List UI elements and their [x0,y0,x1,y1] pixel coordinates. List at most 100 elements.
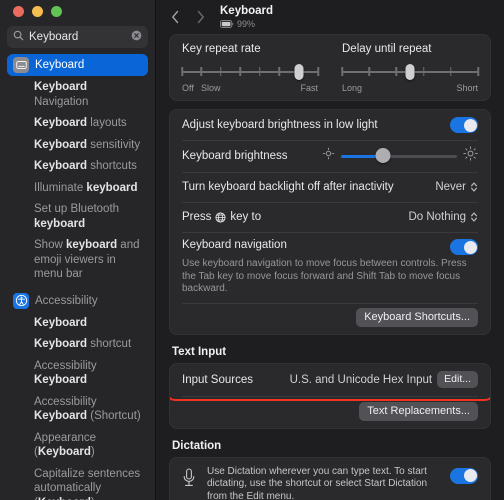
battery-percent: 99% [237,19,256,29]
sidebar-item-accessibility[interactable]: Accessibility [7,290,148,312]
sidebar-item-label: Keyboard [34,316,88,329]
battery-status: 99% [220,19,273,29]
dictation-section-title: Dictation [172,439,222,452]
dictation-texts: Use Dictation wherever you can type text… [207,466,441,500]
sidebar-item-label: Capitalize sentences automatically (Keyb… [34,467,141,500]
sidebar-item-accessibility-keyboard[interactable]: Accessibility Keyboard [7,355,148,391]
brightness-high-icon [463,146,478,166]
keyboard-brightness-slider[interactable] [341,148,457,163]
globe-icon [215,211,226,223]
sidebar-item-label: Set up Bluetooth keyboard [34,203,120,230]
delay-until-repeat-label: Delay until repeat [342,43,432,55]
keyboard-icon [13,57,29,74]
sidebar-item-keyboard-shortcut[interactable]: Keyboard shortcut [7,333,148,355]
back-button[interactable] [164,5,186,29]
sidebar-item-show-keyboard-emoji-viewers[interactable]: Show keyboard and emoji viewers in menu … [7,234,148,285]
input-sources-value: U.S. and Unicode Hex Input [289,373,433,386]
key-repeat-rate-thumb[interactable] [294,64,304,80]
chevron-right-icon [197,10,204,24]
main-panel: Keyboard 99% Key repeat rate Off Slow Fa… [156,0,504,500]
sidebar-item-keyboard-shortcuts[interactable]: Keyboard shortcuts [7,155,148,177]
repeat-settings-card: Key repeat rate Off Slow Fast Delay unti… [169,34,491,101]
delay-until-repeat-slider[interactable] [341,64,479,80]
sidebar-item-label: Keyboard [35,59,85,72]
clear-icon[interactable] [131,28,142,46]
sidebar-item-illuminate-keyboard[interactable]: Illuminate keyboard [7,177,148,199]
key-repeat-rate-label: Key repeat rate [182,43,261,55]
toolbar: Keyboard 99% [156,0,504,34]
backlight-off-value: Never [435,181,466,193]
forward-button[interactable] [189,5,211,29]
key-repeat-rate-group: Key repeat rate Off Slow Fast [170,43,330,94]
text-replacements-button[interactable]: Text Replacements... [359,401,478,421]
keyboard-brightness-row: Keyboard brightness [170,140,490,172]
input-sources-row: Input Sources U.S. and Unicode Hex Input… [170,364,490,396]
backlight-off-label: Turn keyboard backlight off after inacti… [182,181,394,193]
input-sources-highlight-wrap: Input Sources U.S. and Unicode Hex Input… [170,363,490,401]
sidebar-item-label: Appearance (Keyboard) [34,431,97,459]
sidebar-item-label: Show keyboard and emoji viewers in menu … [34,239,140,281]
input-sources-label: Input Sources [182,373,253,386]
sidebar-item-keyboard-navigation[interactable]: Keyboard Navigation [7,76,148,112]
keyboard-brightness-label: Keyboard brightness [182,150,288,162]
sidebar-item-keyboard-layouts[interactable]: Keyboard layouts [7,112,148,134]
sidebar-nav-list: Keyboard Keyboard Navigation Keyboard la… [0,54,155,500]
globe-key-popup[interactable]: Do Nothing [408,211,478,223]
sidebar-item-label: Keyboard shortcut [34,338,132,351]
brightness-low-icon [322,147,335,165]
sidebar-item-keyboard[interactable]: Keyboard [7,54,148,77]
sidebar-item-capitalize-sentences[interactable]: Capitalize sentences automatically (Keyb… [7,463,148,500]
sidebar-item-label: Accessibility [35,294,98,307]
sidebar-item-accessibility-keyboard-shortcut[interactable]: Accessibility Keyboard (Shortcut) [7,391,148,427]
sidebar-item-keyboard-sensitivity[interactable]: Keyboard sensitivity [7,134,148,156]
close-button[interactable] [13,5,24,17]
zoom-button[interactable] [51,5,62,17]
delay-until-repeat-ticks: Long Short [342,83,478,93]
sidebar: Keyboard Keyboard Keyboard Navigation Ke… [0,0,156,500]
search-icon [13,28,24,46]
keyboard-navigation-toggle[interactable] [450,239,478,255]
sidebar-item-label: Keyboard layouts [34,117,127,130]
system-settings-window: Keyboard Keyboard Keyboard Navigation Ke… [0,0,504,500]
delay-long-label: Long [342,83,363,93]
search-container: Keyboard [0,22,155,54]
keyboard-shortcuts-button[interactable]: Keyboard Shortcuts... [356,307,478,327]
sidebar-item-appearance-keyboard[interactable]: Appearance (Keyboard) [7,427,148,463]
globe-key-label-after: key to [230,211,262,223]
chevron-updown-icon [470,211,478,223]
minimize-button[interactable] [32,5,43,17]
sidebar-item-setup-bluetooth-keyboard[interactable]: Set up Bluetooth keyboard [7,198,148,234]
keyboard-shortcuts-row: Keyboard Shortcuts... [170,302,490,334]
backlight-off-row: Turn keyboard backlight off after inacti… [170,172,490,202]
search-field[interactable]: Keyboard [7,26,148,49]
keyboard-navigation-label: Keyboard navigation [182,239,287,251]
sidebar-item-accessibility-keyboard-root[interactable]: Keyboard [7,312,148,334]
dictation-toggle[interactable] [450,467,478,484]
sidebar-item-label: Keyboard sensitivity [34,138,141,151]
keyboard-navigation-description: Use keyboard navigation to move focus be… [182,258,467,294]
keyboard-navigation-block: Keyboard navigation Use keyboard navigat… [170,232,490,296]
key-repeat-off-label: Off [182,83,194,93]
dictation-info-row: Use Dictation wherever you can type text… [170,458,490,500]
input-sources-edit-button[interactable]: Edit... [437,371,478,388]
text-input-section-title: Text Input [172,345,227,358]
search-input[interactable]: Keyboard [29,26,126,48]
auto-brightness-toggle[interactable] [450,117,478,133]
backlight-off-popup[interactable]: Never [435,181,478,193]
key-repeat-fast-label: Fast [300,83,318,93]
keyboard-brightness-thumb[interactable] [375,148,391,163]
auto-brightness-label: Adjust keyboard brightness in low light [182,119,378,131]
key-repeat-rate-slider[interactable] [181,64,319,80]
delay-until-repeat-thumb[interactable] [405,64,415,80]
auto-brightness-row: Adjust keyboard brightness in low light [170,110,490,140]
sidebar-item-label: Keyboard Navigation [34,81,89,108]
sidebar-item-label: Accessibility Keyboard [34,359,97,387]
delay-until-repeat-group: Delay until repeat Long Short [330,43,490,94]
sidebar-item-label: Accessibility Keyboard (Shortcut) [34,395,141,423]
page-title-block: Keyboard 99% [220,5,273,29]
input-sources-value-group: U.S. and Unicode Hex Input Edit... [290,371,478,388]
delay-short-label: Short [456,83,478,93]
accessibility-icon [13,292,29,309]
dictation-description-1: Use Dictation wherever you can type text… [207,465,428,500]
chevron-left-icon [171,10,178,24]
